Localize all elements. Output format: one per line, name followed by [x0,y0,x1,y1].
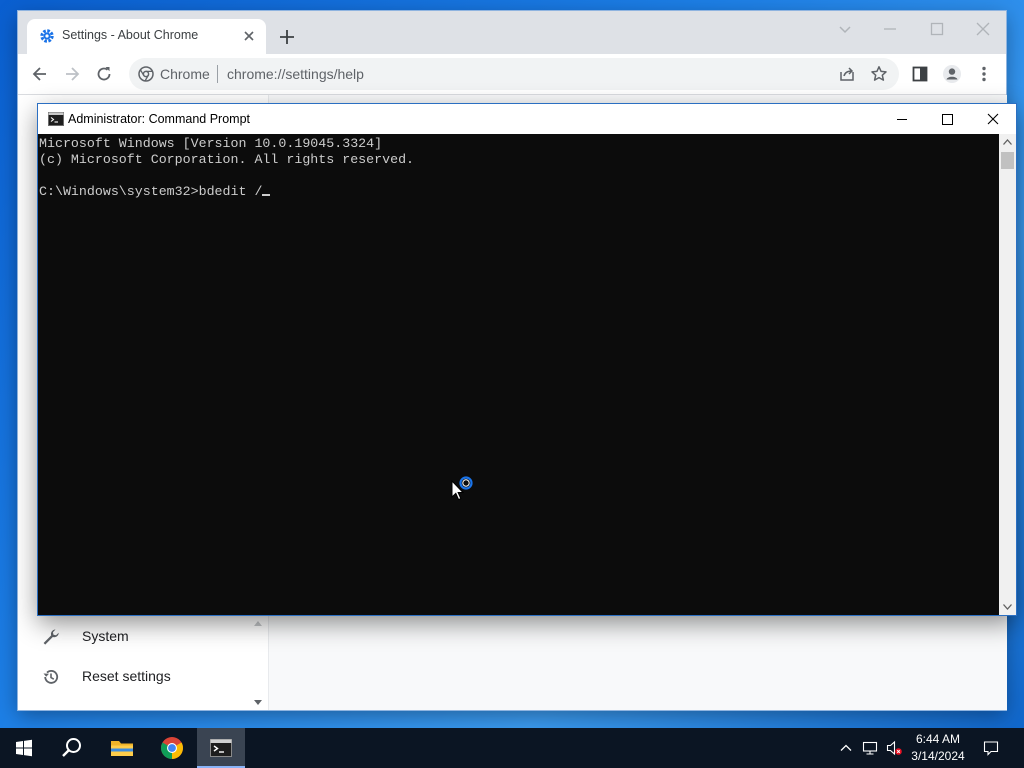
forward-arrow-icon[interactable] [62,64,82,84]
system-clock[interactable]: 6:44 AM 3/14/2024 [908,731,968,765]
profile-avatar-icon[interactable] [942,64,962,84]
file-explorer-icon [111,741,133,756]
menu-kebab-icon[interactable] [974,64,994,84]
search-button[interactable] [48,728,96,768]
command-prompt-taskbar-button[interactable] [197,728,245,768]
tab-strip: Settings - About Chrome [18,11,1006,54]
search-icon [62,738,81,757]
minimize-icon[interactable] [879,104,925,134]
taskbar: 6:44 AM 3/14/2024 [0,728,1024,768]
cmd-window-title: Administrator: Command Prompt [68,112,251,126]
scroll-down-arrow-icon[interactable] [254,700,262,706]
start-button[interactable] [0,728,48,768]
omnibox-separator [217,65,218,83]
scroll-up-arrow-icon[interactable] [254,620,262,626]
url-text[interactable]: chrome://settings/help [227,66,364,82]
bookmark-star-icon[interactable] [870,65,888,83]
new-tab-plus-icon[interactable] [277,27,297,47]
command-prompt-icon [210,739,232,757]
maximize-icon[interactable] [927,19,947,39]
sidebar-item-reset-settings[interactable]: Reset settings [18,660,266,694]
chrome-site-icon [138,66,154,82]
close-window-icon[interactable] [970,104,1016,134]
clock-date: 3/14/2024 [911,749,965,763]
sidebar-item-label: System [82,628,129,644]
console-prompt-line[interactable]: C:\Windows\system32>bdedit / [39,184,271,200]
text-cursor [262,194,271,196]
side-panel-icon[interactable] [910,64,930,84]
browser-toolbar: Chrome chrome://settings/help [18,54,1006,95]
reload-icon[interactable] [94,64,114,84]
console-line-version: Microsoft Windows [Version 10.0.19045.33… [39,136,383,151]
scrollbar-thumb[interactable] [1001,152,1014,169]
scroll-down-arrow-icon[interactable] [999,598,1016,615]
busy-pointer-cursor-icon [451,476,473,501]
wrench-icon [43,629,59,645]
console-scrollbar[interactable] [999,134,1016,615]
maximize-icon[interactable] [924,104,970,134]
close-window-icon[interactable] [973,19,993,39]
console-prompt-text: C:\Windows\system32>bdedit / [39,184,263,199]
command-prompt-window: Administrator: Command Prompt Microsoft … [38,104,1016,615]
share-icon[interactable] [838,65,856,83]
settings-gear-icon [40,29,54,43]
sidebar-item-label: Reset settings [82,668,171,684]
tab-settings-about-chrome[interactable]: Settings - About Chrome [27,19,266,54]
clock-time: 6:44 AM [915,732,961,746]
tab-title: Settings - About Chrome [62,28,199,42]
scroll-up-arrow-icon[interactable] [999,134,1016,151]
console-output[interactable]: Microsoft Windows [Version 10.0.19045.33… [38,134,999,615]
file-explorer-button[interactable] [98,728,146,768]
tab-search-chevron-icon[interactable] [835,19,855,39]
volume-muted-icon[interactable] [886,740,902,756]
address-bar[interactable]: Chrome chrome://settings/help [129,58,899,90]
console-line-copyright: (c) Microsoft Corporation. All rights re… [39,152,415,167]
notifications-icon[interactable] [983,740,999,756]
close-tab-icon[interactable] [241,28,257,44]
chrome-icon [161,737,183,759]
command-prompt-app-icon [48,112,64,126]
show-hidden-icons-chevron-icon[interactable] [838,740,854,756]
chrome-taskbar-button[interactable] [148,728,196,768]
cmd-title-bar[interactable]: Administrator: Command Prompt [38,104,1016,134]
sidebar-item-system[interactable]: System [18,620,266,654]
minimize-icon[interactable] [880,19,900,39]
start-icon [16,739,32,757]
site-chip-label: Chrome [160,66,210,82]
sidebar-scrollbar[interactable] [250,615,266,710]
reset-history-icon [43,670,59,684]
back-arrow-icon[interactable] [30,64,50,84]
network-icon[interactable] [862,740,878,756]
